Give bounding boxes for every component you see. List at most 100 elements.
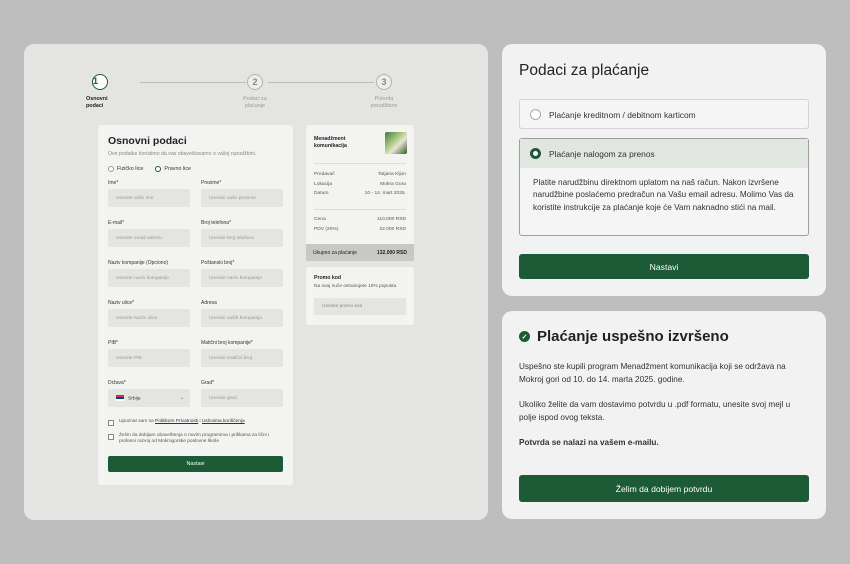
success-panel: ✓ Plaćanje uspešno izvršeno Uspešno ste …	[502, 311, 826, 519]
promo-code-input[interactable]: Unesite promo kod	[314, 298, 406, 315]
summary-row: Predavač Tatjana Kljun	[314, 172, 406, 177]
payment-title: Podaci za plaćanje	[519, 62, 650, 79]
total-row: Ukupno za plaćanje 132.000 RSD	[306, 244, 414, 261]
row-value: Mokra Gora	[380, 181, 406, 187]
company-label: Naziv kompanije (Opciono)	[108, 260, 169, 266]
form-subtitle: Ove podatke koristimo da vas obaveštavam…	[108, 151, 257, 157]
consent-sep: i	[199, 419, 201, 424]
price-row: PDV (20%) 22.000 RSD	[314, 227, 406, 232]
country-value: Srbija	[128, 396, 141, 402]
registration-number-label: Matični broj kompanije*	[201, 340, 253, 346]
form-title: Osnovni podaci	[108, 135, 187, 147]
checkout-panel: 1 Osnovni podaci 2 Podaci za plaćanje 3 …	[24, 44, 488, 520]
phone-label: Broj telefona*	[201, 220, 232, 226]
step-1-label: Osnovni podaci	[86, 96, 108, 109]
pib-input[interactable]: Unesite PIB	[108, 349, 190, 367]
first-name-input[interactable]: Unesite vaše ime	[108, 189, 190, 207]
newsletter-text: Želim da dobijam obaveštenja o novim pro…	[119, 433, 270, 445]
radio-selected-icon	[155, 166, 162, 172]
postal-code-label: Poštanski broj*	[201, 260, 235, 266]
email-label: E-mail*	[108, 220, 125, 226]
program-title: Menadžment komunikacija	[314, 136, 347, 149]
summary-row: Lokacija Mokra Gora	[314, 182, 406, 187]
row-label: Datum	[314, 191, 329, 197]
street-label: Naziv ulice*	[108, 300, 135, 306]
promo-card: Promo kod Na ovaj nuče ostvarujete 10% p…	[306, 267, 414, 325]
success-header: ✓ Plaćanje uspešno izvršeno	[519, 328, 809, 345]
payment-panel: Podaci za plaćanje Plaćanje kreditnom / …	[502, 44, 826, 296]
row-label: Lokacija	[314, 181, 332, 187]
price-details: Cena 110.000 RSD PDV (20%) 22.000 RSD	[314, 217, 406, 236]
email-input[interactable]: Unesite email adresu	[108, 229, 190, 247]
newsletter-checkbox[interactable]	[108, 434, 114, 440]
registration-number-input[interactable]: Unesite matični broj	[201, 349, 283, 367]
terms-link[interactable]: Uslovima korišćenja	[202, 419, 245, 424]
program-thumbnail	[385, 132, 407, 154]
summary-details: Predavač Tatjana Kljun Lokacija Mokra Gora…	[314, 172, 406, 201]
newsletter-row: Želim da dobijam obaveštenja o novim pro…	[108, 433, 283, 446]
check-circle-icon: ✓	[519, 331, 530, 342]
step-1[interactable]: 1 Osnovni podaci	[86, 74, 146, 109]
pib-label: PIB*	[108, 340, 119, 346]
promo-subtitle: Na ovaj nuče ostvarujete 10% popusta	[314, 284, 397, 289]
consent-checkbox[interactable]	[108, 420, 114, 426]
phone-input[interactable]: Unesite broj telefona	[201, 229, 283, 247]
postal-code-input[interactable]: Unesite naziv kompanije	[201, 269, 283, 287]
street-input[interactable]: Unesite Naziv ulice	[108, 309, 190, 327]
serbia-flag-icon	[116, 394, 124, 401]
consent-text: Upoznat sam sa Politikom Privatnosti i U…	[119, 419, 245, 426]
address-label: Adresa	[201, 300, 217, 306]
success-paragraph: Ukoliko želite da vam dostavimo potvrdu …	[519, 400, 791, 422]
customer-type: Fizičko lice Pravno lice	[108, 166, 283, 172]
radio-company[interactable]: Pravno lice	[155, 166, 191, 172]
country-select[interactable]: Srbija ⌄	[108, 389, 190, 407]
step-2-label: Podaci za plaćanje	[243, 96, 267, 109]
confirmation-note: Potvrda se nalazi na vašem e-mailu.	[519, 438, 659, 448]
success-title: Plaćanje uspešno izvršeno	[537, 328, 729, 345]
total-value: 132.000 RSD	[376, 249, 407, 256]
first-name-label: Ime*	[108, 180, 119, 186]
radio-selected-icon	[530, 148, 541, 159]
divider	[314, 209, 406, 210]
country-label: Država*	[108, 380, 126, 386]
transfer-description: Platite narudžbinu direktnom uplatom na …	[533, 178, 794, 212]
address-input[interactable]: Unesite vaših kompanija	[201, 309, 283, 327]
payment-option-card[interactable]: Plaćanje kreditnom / debitnom karticom	[519, 99, 809, 129]
total-label: Ukupno za plaćanje	[313, 249, 357, 256]
basic-info-form: Osnovni podaci Ove podatke koristimo da …	[98, 125, 293, 485]
form-fields: Ime* Unesite vaše ime Prezime* Unesite vaš…	[108, 180, 283, 407]
radio-icon	[530, 109, 541, 120]
consent-prefix: Upoznat sam sa	[119, 419, 154, 424]
form-continue-button[interactable]: Nastavi	[108, 455, 283, 472]
chevron-down-icon: ⌄	[179, 395, 184, 401]
row-label: Cena	[314, 217, 326, 222]
row-label: PDV (20%)	[314, 226, 339, 232]
divider	[314, 163, 406, 164]
row-value: 110.000 RSD	[377, 217, 406, 222]
company-input[interactable]: Unesite naziv kompanije	[108, 269, 190, 287]
option-card-label: Plaćanje kreditnom / debitnom karticom	[549, 109, 696, 120]
city-input[interactable]: Unesite grad	[201, 389, 283, 407]
step-3[interactable]: 3 Potvrda porudžbine	[356, 74, 412, 109]
order-summary: Menadžment komunikacija Predavač Tatjana …	[306, 125, 414, 261]
success-paragraph: Uspešno ste kupili program Menadžment ko…	[519, 362, 786, 384]
payment-option-transfer[interactable]: Plaćanje nalogom za prenos Platite narud…	[519, 138, 809, 236]
get-confirmation-button[interactable]: Želim da dobijem potvrdu	[519, 475, 809, 502]
radio-individual[interactable]: Fizičko lice	[108, 166, 143, 172]
step-2[interactable]: 2 Podaci za plaćanje	[227, 74, 283, 109]
radio-company-label: Pravno lice	[164, 166, 192, 172]
stepper: 1 Osnovni podaci 2 Podaci za plaćanje 3 …	[86, 74, 412, 114]
privacy-link[interactable]: Politikom Privatnosti	[155, 419, 198, 424]
step-2-circle: 2	[247, 74, 263, 90]
promo-title: Promo kod	[314, 275, 342, 281]
price-row: Cena 110.000 RSD	[314, 217, 406, 222]
payment-continue-button[interactable]: Nastavi	[519, 254, 809, 279]
success-text: Uspešno ste kupili program Menadžment ko…	[519, 361, 809, 450]
radio-icon	[108, 166, 114, 172]
row-value: Tatjana Kljun	[377, 172, 406, 177]
row-value: 10 - 14. mart 2025.	[364, 191, 406, 197]
step-3-label: Potvrda porudžbine	[370, 96, 398, 109]
step-1-circle: 1	[92, 74, 108, 90]
last-name-input[interactable]: Unesite vaše prezime	[201, 189, 283, 207]
row-label: Predavač	[314, 172, 335, 177]
